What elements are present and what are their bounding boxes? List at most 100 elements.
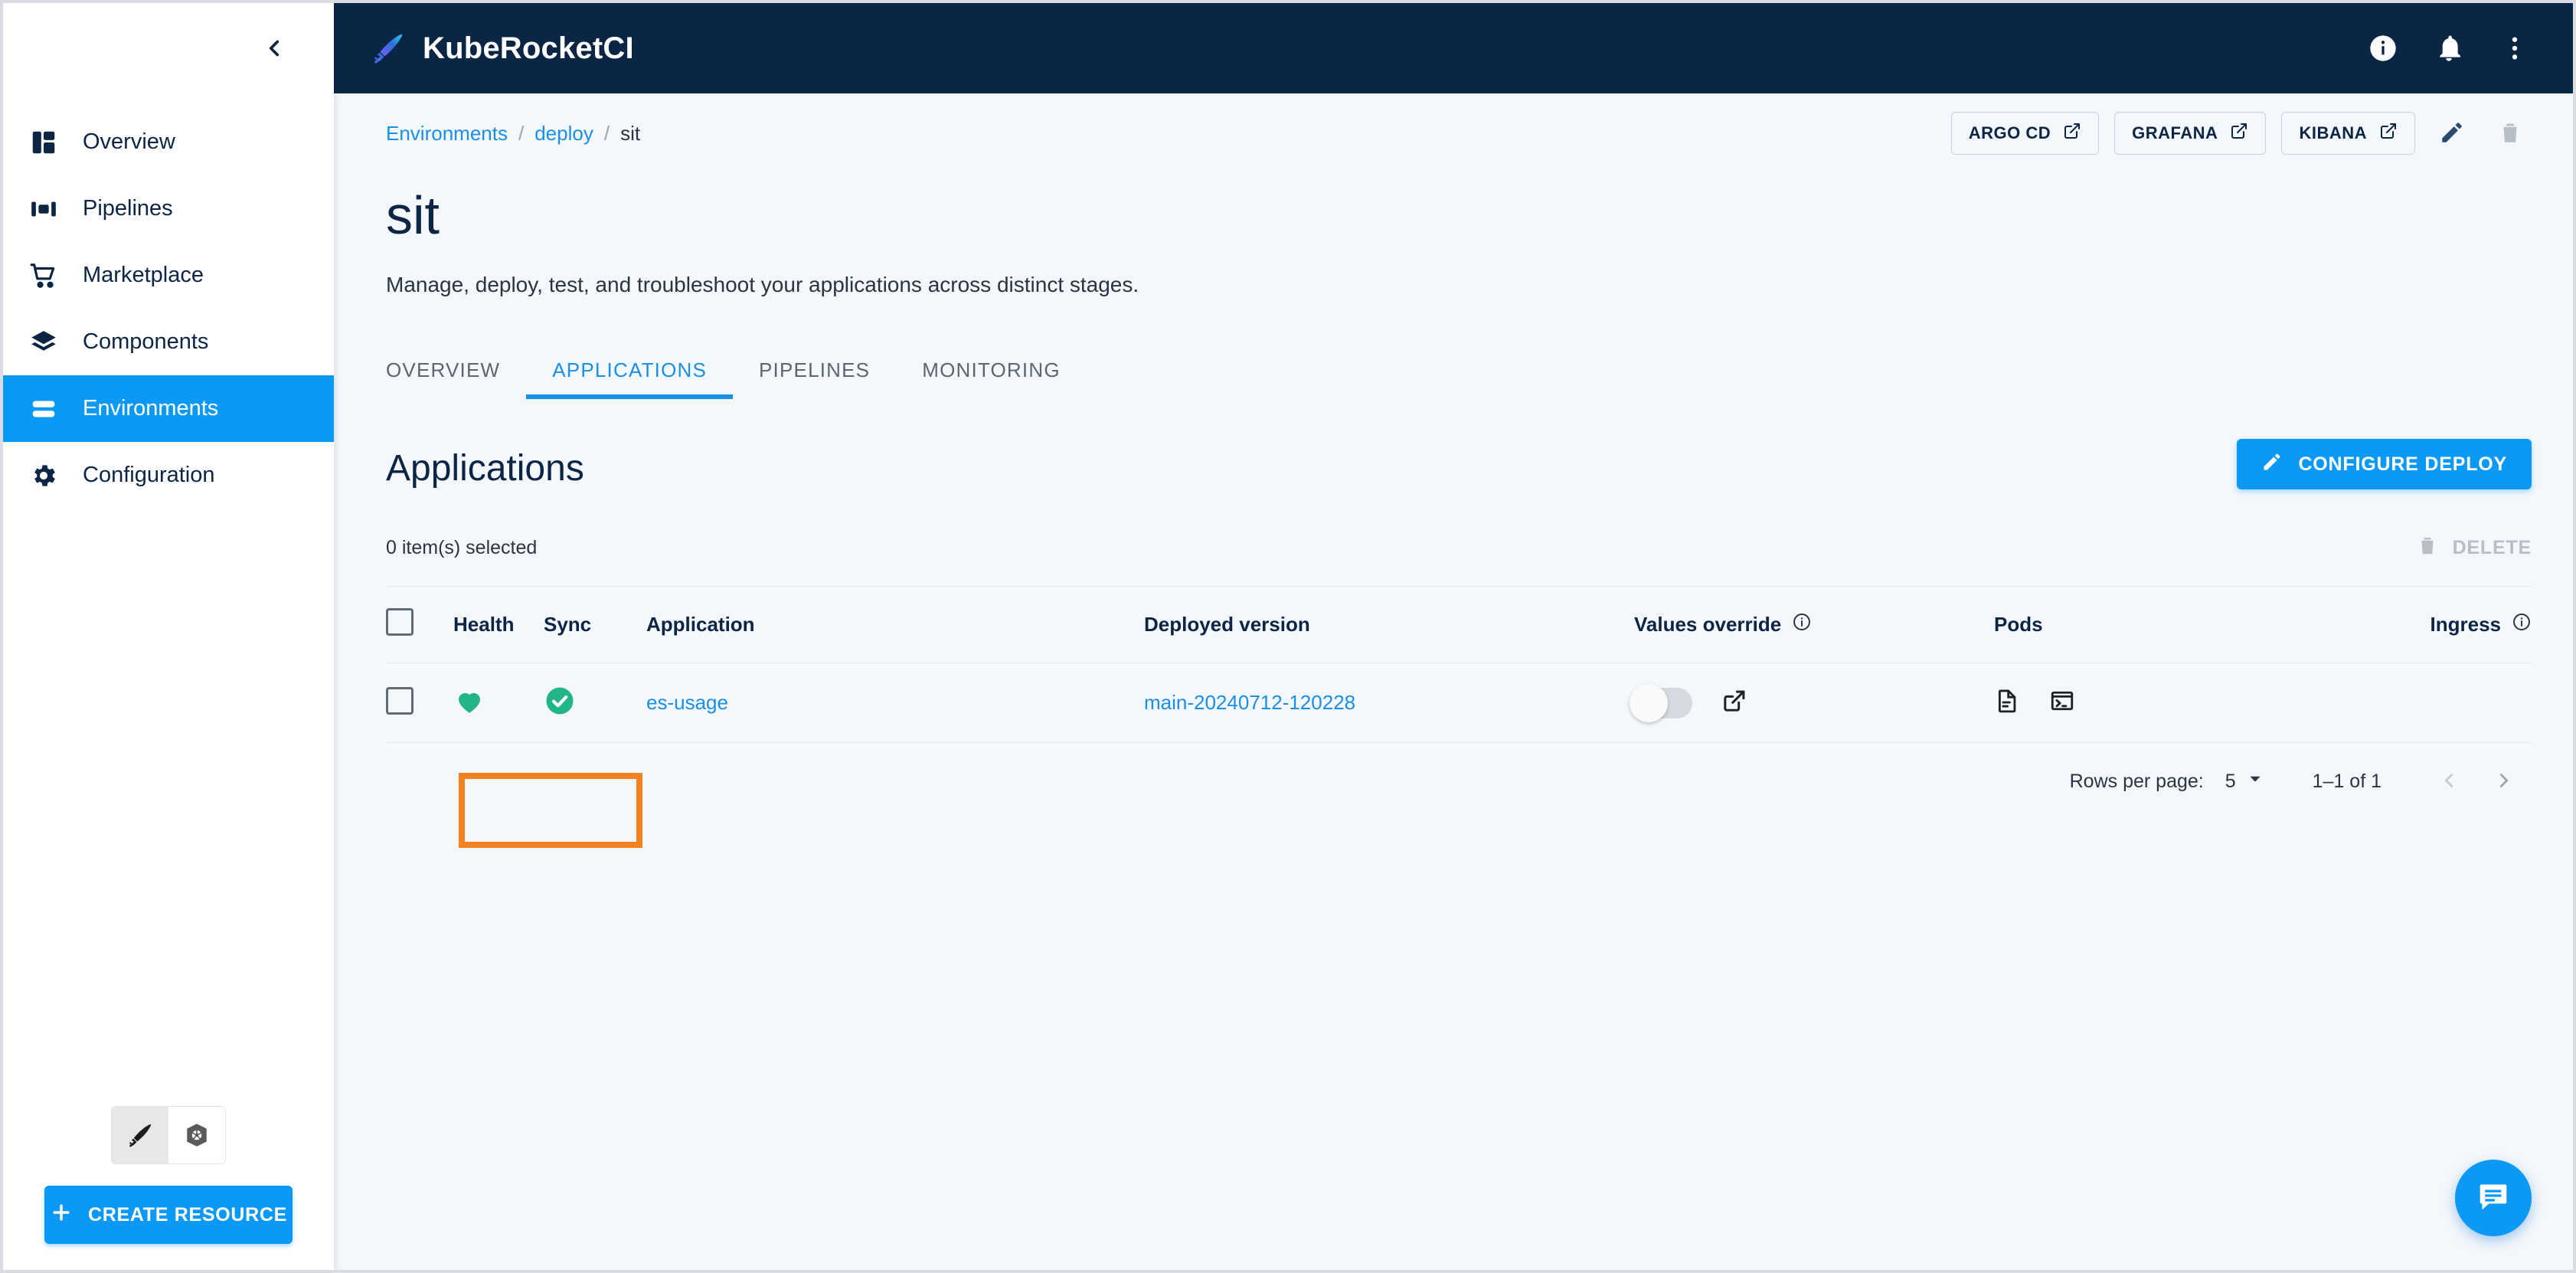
external-link-icon (2379, 122, 2398, 145)
application-link[interactable]: es-usage (646, 691, 728, 714)
app-bar: KubeRocketCI (334, 3, 2573, 93)
section-header: Applications CONFIGURE DEPLOY (386, 439, 2532, 489)
info-outline-icon[interactable] (1792, 612, 1812, 637)
edit-environment-button[interactable] (2431, 112, 2473, 155)
header-health: Health (453, 586, 544, 663)
sidebar-item-label: Overview (83, 129, 175, 154)
tab-applications[interactable]: APPLICATIONS (526, 343, 733, 399)
row-checkbox[interactable] (386, 687, 414, 715)
pencil-icon (2439, 119, 2465, 148)
pagination: Rows per page: 5 1–1 of 1 (386, 743, 2532, 820)
sidebar-item-components[interactable]: Components (3, 309, 334, 375)
cart-icon (29, 261, 74, 290)
values-override-toggle[interactable] (1630, 683, 1692, 722)
terminal-icon[interactable] (2049, 688, 2075, 718)
external-link-icon[interactable] (1721, 688, 1747, 718)
grafana-label: GRAFANA (2132, 123, 2218, 142)
sidebar-item-label: Components (83, 329, 209, 354)
row-version-cell: main-20240712-120228 (1144, 663, 1634, 743)
sidebar-item-marketplace[interactable]: Marketplace (3, 242, 334, 309)
tab-monitoring[interactable]: MONITORING (896, 343, 1087, 399)
delete-environment-button[interactable] (2489, 112, 2532, 155)
heart-icon (453, 692, 485, 720)
plus-icon (50, 1201, 73, 1229)
info-outline-icon[interactable] (2512, 612, 2532, 637)
breadcrumb-current: sit (620, 121, 641, 145)
tab-pipelines[interactable]: PIPELINES (733, 343, 896, 399)
row-health-cell (453, 663, 544, 743)
rows-per-page-value: 5 (2225, 770, 2236, 792)
rows-per-page-label: Rows per page: (2069, 770, 2204, 792)
create-resource-button[interactable]: CREATE RESOURCE (44, 1186, 293, 1244)
chat-support-button[interactable] (2455, 1160, 2532, 1236)
rows-per-page-select[interactable]: 5 (2225, 771, 2264, 793)
table-header-row: Health Sync Application Deployed version… (386, 586, 2532, 663)
header-pods: Pods (1994, 586, 2270, 663)
sidebar-header (3, 3, 334, 93)
selected-count-text: 0 item(s) selected (386, 536, 538, 558)
sidebar-item-label: Environments (83, 396, 219, 421)
kibana-label: KIBANA (2299, 123, 2367, 142)
deployed-version-link[interactable]: main-20240712-120228 (1144, 691, 1355, 714)
notifications-bell-icon[interactable] (2432, 31, 2466, 65)
argo-cd-button[interactable]: ARGO CD (1950, 112, 2100, 155)
external-link-icon (2063, 122, 2081, 145)
sidebar-collapse-button[interactable] (254, 28, 294, 68)
krci-logo-icon[interactable] (112, 1107, 168, 1163)
ingress-label: Ingress (2430, 613, 2502, 636)
row-sync-cell (544, 663, 646, 743)
toggle-knob (1630, 683, 1668, 722)
kibana-button[interactable]: KIBANA (2281, 112, 2415, 155)
pagination-next-button[interactable] (2476, 754, 2532, 809)
sidebar: Overview Pipelines Marketplace Component… (3, 93, 334, 1270)
sidebar-item-configuration[interactable]: Configuration (3, 442, 334, 509)
header-sync: Sync (544, 586, 646, 663)
brand[interactable]: KubeRocketCI (371, 31, 634, 66)
check-circle-icon (544, 687, 576, 720)
layers-icon (29, 328, 74, 357)
table-head: Health Sync Application Deployed version… (386, 586, 2532, 663)
breadcrumb-separator: / (518, 121, 525, 145)
sidebar-item-label: Marketplace (83, 263, 204, 287)
trash-icon (2497, 119, 2523, 148)
info-icon[interactable] (2366, 31, 2400, 65)
overflow-menu-icon[interactable] (2498, 31, 2532, 65)
sidebar-item-label: Configuration (83, 463, 215, 487)
sidebar-nav: Overview Pipelines Marketplace Component… (3, 93, 334, 509)
environments-icon (29, 394, 74, 424)
gear-icon (29, 461, 74, 490)
kubernetes-icon[interactable] (168, 1107, 225, 1163)
row-values-override-cell (1630, 663, 1994, 743)
sidebar-item-label: Pipelines (83, 196, 173, 221)
tab-overview[interactable]: OVERVIEW (386, 343, 526, 399)
select-all-checkbox[interactable] (386, 608, 414, 636)
chevron-left-icon (261, 35, 287, 61)
configure-deploy-button[interactable]: CONFIGURE DEPLOY (2237, 439, 2532, 489)
brand-title: KubeRocketCI (423, 31, 634, 65)
row-pods-cell (1994, 663, 2270, 743)
selection-row: 0 item(s) selected DELETE (386, 526, 2532, 569)
chevron-left-icon (2437, 769, 2460, 794)
pencil-icon (2261, 451, 2283, 478)
sidebar-item-pipelines[interactable]: Pipelines (3, 175, 334, 242)
grafana-button[interactable]: GRAFANA (2114, 112, 2267, 155)
pipelines-icon (29, 195, 74, 224)
argo-cd-label: ARGO CD (1968, 123, 2051, 142)
configure-deploy-label: CONFIGURE DEPLOY (2298, 453, 2507, 475)
sidebar-footer: CREATE RESOURCE (3, 1106, 334, 1270)
row-ingress-cell (2270, 663, 2532, 743)
tab-bar: OVERVIEW APPLICATIONS PIPELINES MONITORI… (386, 343, 2532, 399)
appbar-actions (2366, 31, 2532, 65)
breadcrumb-link-deploy[interactable]: deploy (534, 122, 593, 146)
header-values-override: Values override (1634, 586, 1994, 663)
main-content: Environments / deploy / sit ARGO CD GRAF… (334, 93, 2573, 1270)
sidebar-item-overview[interactable]: Overview (3, 109, 334, 175)
dashboard-icon (29, 128, 74, 157)
breadcrumb-link-environments[interactable]: Environments (386, 122, 508, 146)
delete-selected-button[interactable]: DELETE (2416, 534, 2532, 562)
row-select-cell (386, 663, 453, 743)
document-icon[interactable] (1994, 688, 2020, 718)
pagination-prev-button[interactable] (2421, 754, 2476, 809)
sidebar-item-environments[interactable]: Environments (3, 375, 334, 442)
pagination-range: 1–1 of 1 (2312, 770, 2381, 792)
